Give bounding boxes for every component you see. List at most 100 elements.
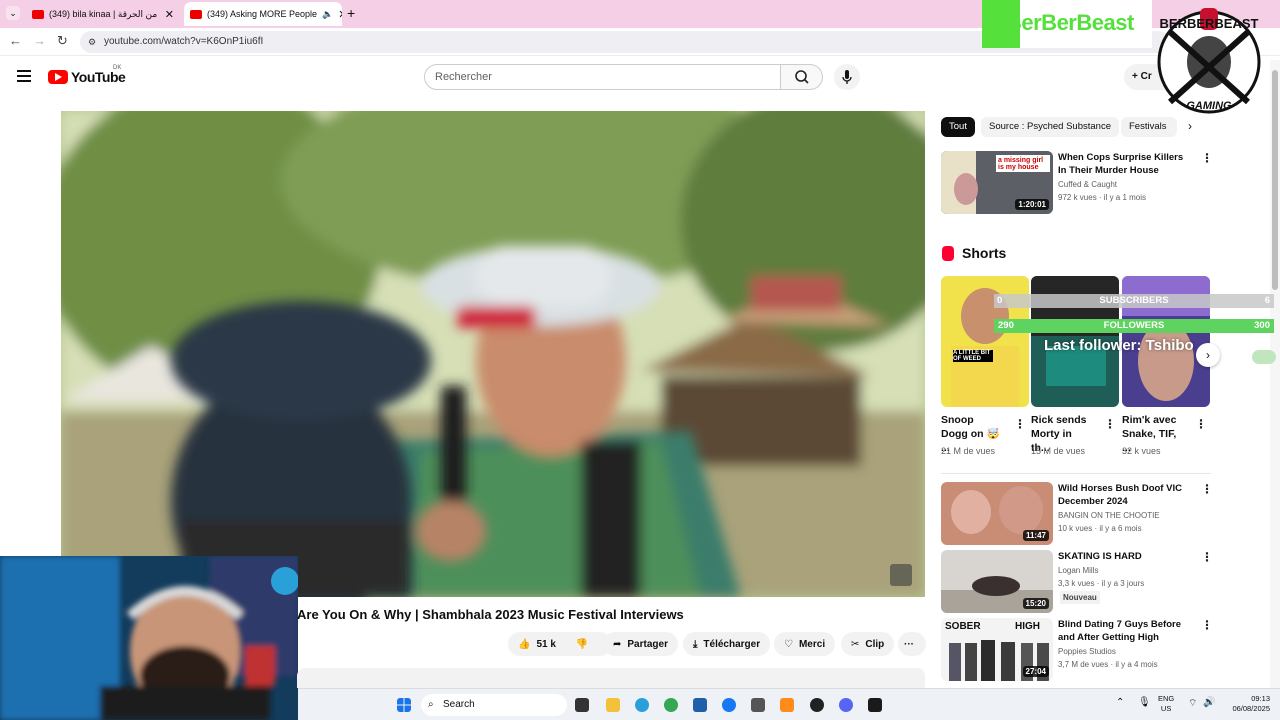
video-thumbnail[interactable]: 11:47 bbox=[941, 482, 1053, 545]
more-actions-button[interactable]: ··· bbox=[898, 632, 926, 656]
video-thumbnail[interactable]: 15:20 bbox=[941, 550, 1053, 613]
thumbnail-caption: a missing girl is my house bbox=[998, 157, 1044, 171]
file-explorer-icon[interactable] bbox=[606, 698, 620, 712]
voice-search-button[interactable] bbox=[834, 64, 860, 90]
edge-icon[interactable] bbox=[635, 698, 649, 712]
video-frame bbox=[61, 111, 925, 597]
taskbar-search[interactable]: ⌕ Search bbox=[421, 694, 567, 716]
youtube-play-icon bbox=[48, 70, 68, 84]
share-button[interactable]: ➦ Partager bbox=[603, 632, 678, 656]
app-icon[interactable] bbox=[751, 698, 765, 712]
download-button[interactable]: ⤓ Télécharger bbox=[683, 632, 771, 656]
video-title: Are You On & Why | Shambhala 2023 Music … bbox=[297, 607, 684, 622]
chip-source[interactable]: Source : Psyched Substance bbox=[981, 117, 1119, 137]
thanks-button[interactable]: ♡ Merci bbox=[774, 632, 836, 656]
subscribers-bar: 0 SUBSCRIBERS 6 bbox=[994, 294, 1274, 308]
download-label: Télécharger bbox=[703, 638, 761, 650]
channel-name[interactable]: Poppies Studios bbox=[1058, 645, 1116, 658]
thanks-label: Merci bbox=[798, 638, 826, 650]
like-button[interactable]: 👍 51 k 👎 bbox=[508, 632, 612, 656]
language-code: ENG bbox=[1158, 694, 1175, 703]
more-options-icon[interactable]: ⋮ bbox=[1201, 482, 1213, 496]
followers-bar: 290 FOLLOWERS 300 bbox=[994, 319, 1274, 333]
browser-tab-1[interactable]: (349) bila kinaa | مكي من الحرقة ✕ bbox=[26, 2, 180, 26]
more-options-icon[interactable]: ⋮ bbox=[1201, 618, 1213, 632]
video-title[interactable]: SKATING IS HARD bbox=[1058, 550, 1193, 563]
terminal-icon[interactable] bbox=[868, 698, 882, 712]
tab-list-chevron-icon[interactable]: ⌄ bbox=[6, 6, 20, 20]
forward-arrow-icon[interactable]: → bbox=[33, 33, 46, 48]
more-options-icon[interactable]: ⋮ bbox=[1201, 550, 1213, 564]
video-title[interactable]: Blind Dating 7 Guys Before and After Get… bbox=[1058, 618, 1193, 644]
more-options-icon[interactable]: ⋮ bbox=[1104, 417, 1116, 431]
youtube-logo[interactable]: YouTube DK bbox=[48, 65, 126, 85]
browser-tab-2[interactable]: (349) Asking MORE People 🔈 ✕ bbox=[184, 2, 342, 26]
chevron-right-icon[interactable]: › bbox=[1188, 119, 1192, 133]
youtube-favicon-icon bbox=[190, 9, 202, 19]
short-caption: A LITTLE BIT OF WEED bbox=[953, 350, 993, 362]
divider bbox=[941, 473, 1211, 474]
badge-bottom-text: GAMING bbox=[1186, 100, 1232, 112]
short-views: 21 M de vues bbox=[941, 446, 996, 456]
tray-chevron-icon[interactable]: ⌃ bbox=[1116, 697, 1124, 708]
facebook-icon[interactable] bbox=[722, 698, 736, 712]
channel-name[interactable]: Cuffed & Caught bbox=[1058, 178, 1117, 191]
channel-name[interactable]: BANGIN ON THE CHOOTIE bbox=[1058, 509, 1160, 522]
youtube-favicon-icon bbox=[32, 9, 44, 19]
search-icon: ⌕ bbox=[428, 699, 434, 710]
chip-festivals[interactable]: Festivals bbox=[1121, 117, 1177, 137]
clip-button[interactable]: ✂ Clip bbox=[841, 632, 895, 656]
video-meta: 10 k vues · il y a 6 mois bbox=[1058, 524, 1142, 533]
chip-all[interactable]: Tout bbox=[941, 117, 975, 137]
close-tab-icon[interactable]: ✕ bbox=[338, 8, 342, 21]
discord-icon[interactable] bbox=[839, 698, 853, 712]
back-arrow-icon[interactable]: ← bbox=[9, 33, 22, 48]
search-input[interactable]: Rechercher bbox=[424, 64, 781, 90]
task-view-icon[interactable] bbox=[575, 698, 589, 712]
video-title[interactable]: When Cops Surprise Killers In Their Murd… bbox=[1058, 151, 1193, 177]
microphone-tray-icon[interactable]: 🎙 bbox=[1138, 697, 1151, 708]
toggle-indicator bbox=[1252, 350, 1276, 364]
brand-text: BerBerBeast bbox=[1006, 10, 1134, 35]
close-tab-icon[interactable]: ✕ bbox=[165, 8, 174, 21]
scrollbar[interactable] bbox=[1270, 60, 1280, 688]
short-views: 15 M de vues bbox=[1031, 446, 1086, 456]
more-options-icon[interactable]: ⋮ bbox=[1014, 417, 1026, 431]
webcam-frame bbox=[0, 556, 298, 720]
thumbnail-caption: SOBER bbox=[945, 621, 981, 632]
subscribers-right: 6 bbox=[1264, 295, 1270, 306]
new-tab-icon[interactable]: + bbox=[347, 5, 355, 21]
volume-icon[interactable]: 🔊 bbox=[1203, 697, 1215, 708]
followers-right: 300 bbox=[1254, 320, 1270, 331]
site-info-icon[interactable]: ⚙ bbox=[88, 31, 96, 53]
windows-start-icon[interactable] bbox=[397, 698, 411, 712]
obs-icon[interactable] bbox=[810, 698, 824, 712]
wifi-icon[interactable]: ⌔ bbox=[1188, 697, 1197, 710]
share-icon: ➦ bbox=[613, 638, 622, 650]
description-box[interactable] bbox=[297, 668, 925, 688]
illustrator-icon[interactable] bbox=[780, 698, 794, 712]
chrome-icon[interactable] bbox=[664, 698, 678, 712]
channel-name[interactable]: Logan Mills bbox=[1058, 564, 1098, 577]
video-thumbnail[interactable]: a missing girl is my house 1:20:01 bbox=[941, 151, 1053, 214]
search-button[interactable] bbox=[781, 64, 823, 90]
tab-title: (349) Asking MORE People bbox=[207, 9, 318, 19]
more-options-icon[interactable]: ⋮ bbox=[1195, 417, 1207, 431]
video-thumbnail[interactable]: SOBER HIGH 27:04 bbox=[941, 618, 1053, 681]
scrollbar-thumb[interactable] bbox=[1272, 70, 1278, 290]
last-follower-text: Last follower: Tshibo bbox=[1044, 337, 1194, 354]
reload-icon[interactable]: ↻ bbox=[57, 33, 68, 49]
dislike-icon[interactable]: 👎 bbox=[576, 639, 588, 650]
video-player[interactable] bbox=[61, 111, 925, 597]
fullscreen-icon[interactable] bbox=[893, 565, 913, 585]
hamburger-menu-icon[interactable] bbox=[17, 70, 31, 82]
clock-date: 06/08/2025 bbox=[1232, 704, 1270, 713]
brand-overlay: BerBerBeast bbox=[982, 0, 1152, 48]
video-title[interactable]: Wild Horses Bush Doof VIC December 2024 bbox=[1058, 482, 1193, 508]
store-icon[interactable] bbox=[693, 698, 707, 712]
speaker-icon[interactable]: 🔈 bbox=[322, 9, 333, 20]
language-indicator[interactable]: ENG US bbox=[1158, 694, 1174, 714]
clock[interactable]: 09:13 06/08/2025 bbox=[1226, 694, 1270, 714]
video-meta: 972 k vues · il y a 1 mois bbox=[1058, 193, 1147, 202]
more-options-icon[interactable]: ⋮ bbox=[1201, 151, 1213, 165]
